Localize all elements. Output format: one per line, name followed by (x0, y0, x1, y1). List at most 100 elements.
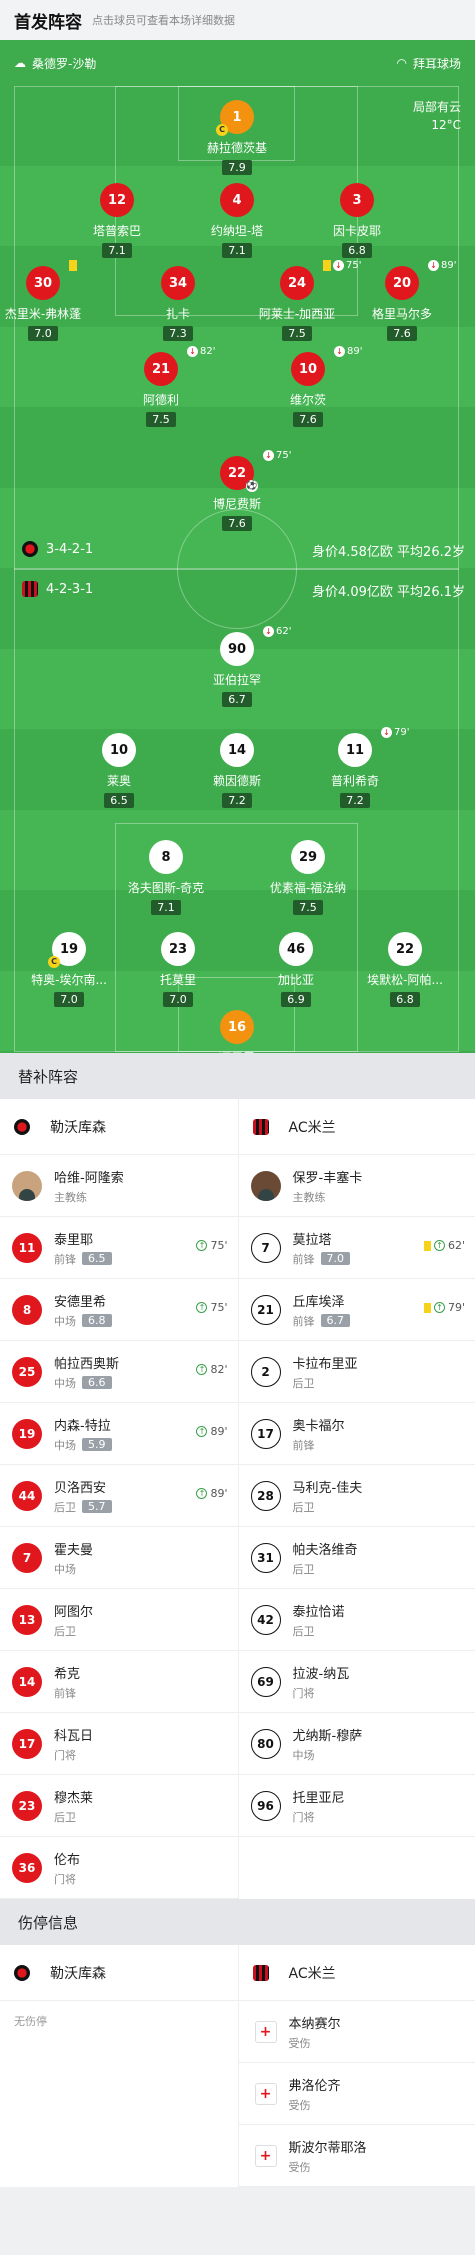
sub-row[interactable]: 2 卡拉布里亚 后卫 (238, 1341, 475, 1403)
player-marker[interactable]: 10 ↓ 89' 维尔茨 7.6 (248, 346, 368, 427)
sub-number: 7 (250, 1232, 281, 1263)
sub-row[interactable]: 44 贝洛西安 后卫 5.7 ↑ 89' (0, 1465, 238, 1527)
position-text: 前锋 (292, 1314, 315, 1328)
sub-row[interactable]: 17 科瓦日 门将 (0, 1713, 238, 1775)
sub-number: 96 (250, 1790, 281, 1821)
sub-position: 后卫 (54, 1623, 93, 1639)
milan-logo-icon (252, 1964, 269, 1981)
away-subs: AC米兰 保罗-丰塞卡 主教练 7 莫拉塔 前锋 7.0 ↑ 62' 21 丘库埃泽 前锋 6.7 ↑ 7… (237, 1099, 475, 1899)
sub-rating: 7.0 (320, 1252, 350, 1265)
sub-meta: 泰里耶 前锋 6.5 (54, 1229, 112, 1267)
player-events (69, 260, 77, 271)
injury-section-title: 伤停信息 (0, 1899, 475, 1945)
sub-row[interactable]: 11 泰里耶 前锋 6.5 ↑ 75' (0, 1217, 238, 1279)
sub-in-minute: 79' (447, 1301, 465, 1314)
player-rating: 6.9 (281, 992, 311, 1007)
player-events: ↓ 75' (263, 450, 291, 461)
sub-number: 31 (250, 1542, 281, 1573)
sub-row[interactable]: 69 拉波-纳瓦 门将 (238, 1651, 475, 1713)
position-text: 前锋 (54, 1252, 76, 1266)
sub-row[interactable]: 13 阿图尔 后卫 (0, 1589, 238, 1651)
sub-number: 7 (12, 1542, 42, 1573)
player-number: 10 (291, 352, 325, 386)
team-value-info: 身价4.58亿欧 平均26.2岁 (311, 545, 465, 560)
sub-row[interactable]: 80 尤纳斯-穆萨 中场 (238, 1713, 475, 1775)
sub-row[interactable]: 14 希克 前锋 (0, 1651, 238, 1713)
sub-row[interactable]: 42 泰拉恰诺 后卫 (238, 1589, 475, 1651)
player-marker[interactable]: 24 ↓ 75' 阿莱士-加西亚 7.5 (237, 260, 361, 341)
injury-meta: 斯波尔蒂耶洛 受伤 (289, 2137, 367, 2175)
sub-name: 伦布 (54, 1852, 81, 1868)
sub-row[interactable]: 8 安德里希 中场 6.8 ↑ 75' (0, 1279, 238, 1341)
injury-row[interactable]: + 弗洛伦齐 受伤 (238, 2063, 475, 2125)
sub-row[interactable]: 保罗-丰塞卡 主教练 (238, 1155, 475, 1217)
player-rating: 6.7 (222, 692, 252, 707)
player-marker[interactable]: 21 ↓ 82' 阿德利 7.5 (101, 346, 221, 427)
sub-row[interactable]: 哈维-阿隆索 主教练 (0, 1155, 238, 1217)
player-marker[interactable]: 14 赖因德斯 7.2 (177, 733, 297, 808)
player-rating: 7.5 (146, 412, 176, 427)
sub-row[interactable]: 31 帕夫洛维奇 后卫 (238, 1527, 475, 1589)
injury-row[interactable]: + 本纳赛尔 受伤 (238, 2001, 475, 2063)
player-marker[interactable]: 11 ↓ 79' 普利希奇 7.2 (295, 727, 415, 808)
sub-rating: 6.7 (320, 1314, 350, 1327)
subs-columns: 勒沃库森 哈维-阿隆索 主教练 11 泰里耶 前锋 6.5 ↑ 75' 8 安德里希 中场 6.8 ↑ 7… (0, 1099, 475, 1899)
sub-number: 80 (250, 1728, 281, 1759)
sub-row[interactable]: 7 莫拉塔 前锋 7.0 ↑ 62' (238, 1217, 475, 1279)
sub-meta: 科瓦日 门将 (54, 1725, 93, 1763)
sub-position: 后卫 (293, 1561, 358, 1577)
sub-number: 19 (12, 1418, 42, 1449)
player-marker[interactable]: 12 塔普索巴 7.1 (57, 183, 177, 258)
sub-number: 23 (12, 1790, 42, 1821)
player-rating: 7.2 (222, 793, 252, 808)
player-marker[interactable]: 20 ↓ 89' 格里马尔多 7.6 (342, 260, 462, 341)
sub-row[interactable]: 25 帕拉西奥斯 中场 6.6 ↑ 82' (0, 1341, 238, 1403)
player-name: 阿莱士-加西亚 (258, 307, 336, 321)
player-marker[interactable]: 8 洛夫图斯-奇克 7.1 (106, 840, 226, 915)
sub-row[interactable]: 7 霍夫曼 中场 (0, 1527, 238, 1589)
sub-name: 内森-特拉 (54, 1418, 111, 1434)
player-marker[interactable]: 46 加比亚 6.9 (236, 932, 356, 1007)
player-marker[interactable]: 90 ↓ 62' 亚伯拉罕 6.7 (177, 626, 297, 707)
sub-in-icon: ↑ (196, 1240, 208, 1251)
player-marker[interactable]: 29 优素福-福法纳 7.5 (248, 840, 368, 915)
sub-out-icon: ↓ (187, 346, 198, 357)
sub-position: 中场 (54, 1561, 93, 1577)
player-marker[interactable]: 16迈尼昂★ 8.5 (177, 1010, 297, 1053)
sub-number: 42 (250, 1604, 281, 1635)
sub-row[interactable]: 36 伦布 门将 (0, 1837, 238, 1899)
sub-row[interactable]: 19 内森-特拉 中场 5.9 ↑ 89' (0, 1403, 238, 1465)
injury-row[interactable]: + 斯波尔蒂耶洛 受伤 (238, 2125, 475, 2187)
sub-number: 8 (12, 1294, 42, 1325)
player-rating: 7.0 (28, 326, 58, 341)
player-marker[interactable]: 4 约纳坦-塔 7.1 (177, 183, 297, 258)
sub-meta: 泰拉恰诺 后卫 (293, 1601, 345, 1639)
sub-row[interactable]: 96 托里亚尼 门将 (238, 1775, 475, 1837)
player-marker[interactable]: 30 杰里米-弗林蓬 7.0 (0, 260, 103, 341)
player-marker[interactable]: 22 埃默松-阿帕... 6.8 (345, 932, 465, 1007)
player-marker[interactable]: 22 ⚽ ↓ 75' 博尼费斯 7.6 (177, 450, 297, 531)
sub-row[interactable]: 28 马利克-佳夫 后卫 (238, 1465, 475, 1527)
player-marker[interactable]: 34 扎卡 7.3 (118, 266, 238, 341)
player-marker[interactable]: 19 C 特奥-埃尔南... 7.0 (9, 932, 129, 1007)
player-marker[interactable]: 23 托莫里 7.0 (118, 932, 238, 1007)
sub-in-icon: ↑ (196, 1364, 208, 1375)
sub-row[interactable]: 17 奥卡福尔 前锋 (238, 1403, 475, 1465)
player-marker[interactable]: 10 莱奥 6.5 (59, 733, 179, 808)
sub-name: 泰拉恰诺 (292, 1604, 345, 1620)
injury-columns: 勒沃库森 无伤停 AC米兰 + 本纳赛尔 受伤 + 弗洛伦齐 受伤 + 斯波尔蒂耶洛 受伤 (0, 1945, 475, 2187)
sub-position: 后卫 (293, 1499, 363, 1515)
sub-row[interactable]: 23 穆杰莱 后卫 (0, 1775, 238, 1837)
sub-event: ↑ 89' (196, 1425, 228, 1438)
sub-out-icon: ↓ (381, 727, 392, 738)
pitch: 局部有云 12°C 1 C 赫拉德茨基 7.9 12 塔普索巴 7.1 4 约纳坦-塔 7.1 3 因… (0, 86, 475, 1053)
player-name: 塔普索巴 (92, 224, 141, 238)
sub-row[interactable]: 21 丘库埃泽 前锋 6.7 ↑ 79' (238, 1279, 475, 1341)
player-name: 格里马尔多 (371, 307, 432, 321)
yellow-card-icon (423, 1240, 431, 1251)
sub-position: 后卫 (293, 1375, 358, 1391)
sub-name: 莫拉塔 (292, 1232, 332, 1248)
player-marker[interactable]: 3 因卡皮耶 6.8 (297, 183, 417, 258)
player-marker[interactable]: 1 C 赫拉德茨基 7.9 (177, 100, 297, 175)
position-text: 门将 (292, 1686, 315, 1700)
